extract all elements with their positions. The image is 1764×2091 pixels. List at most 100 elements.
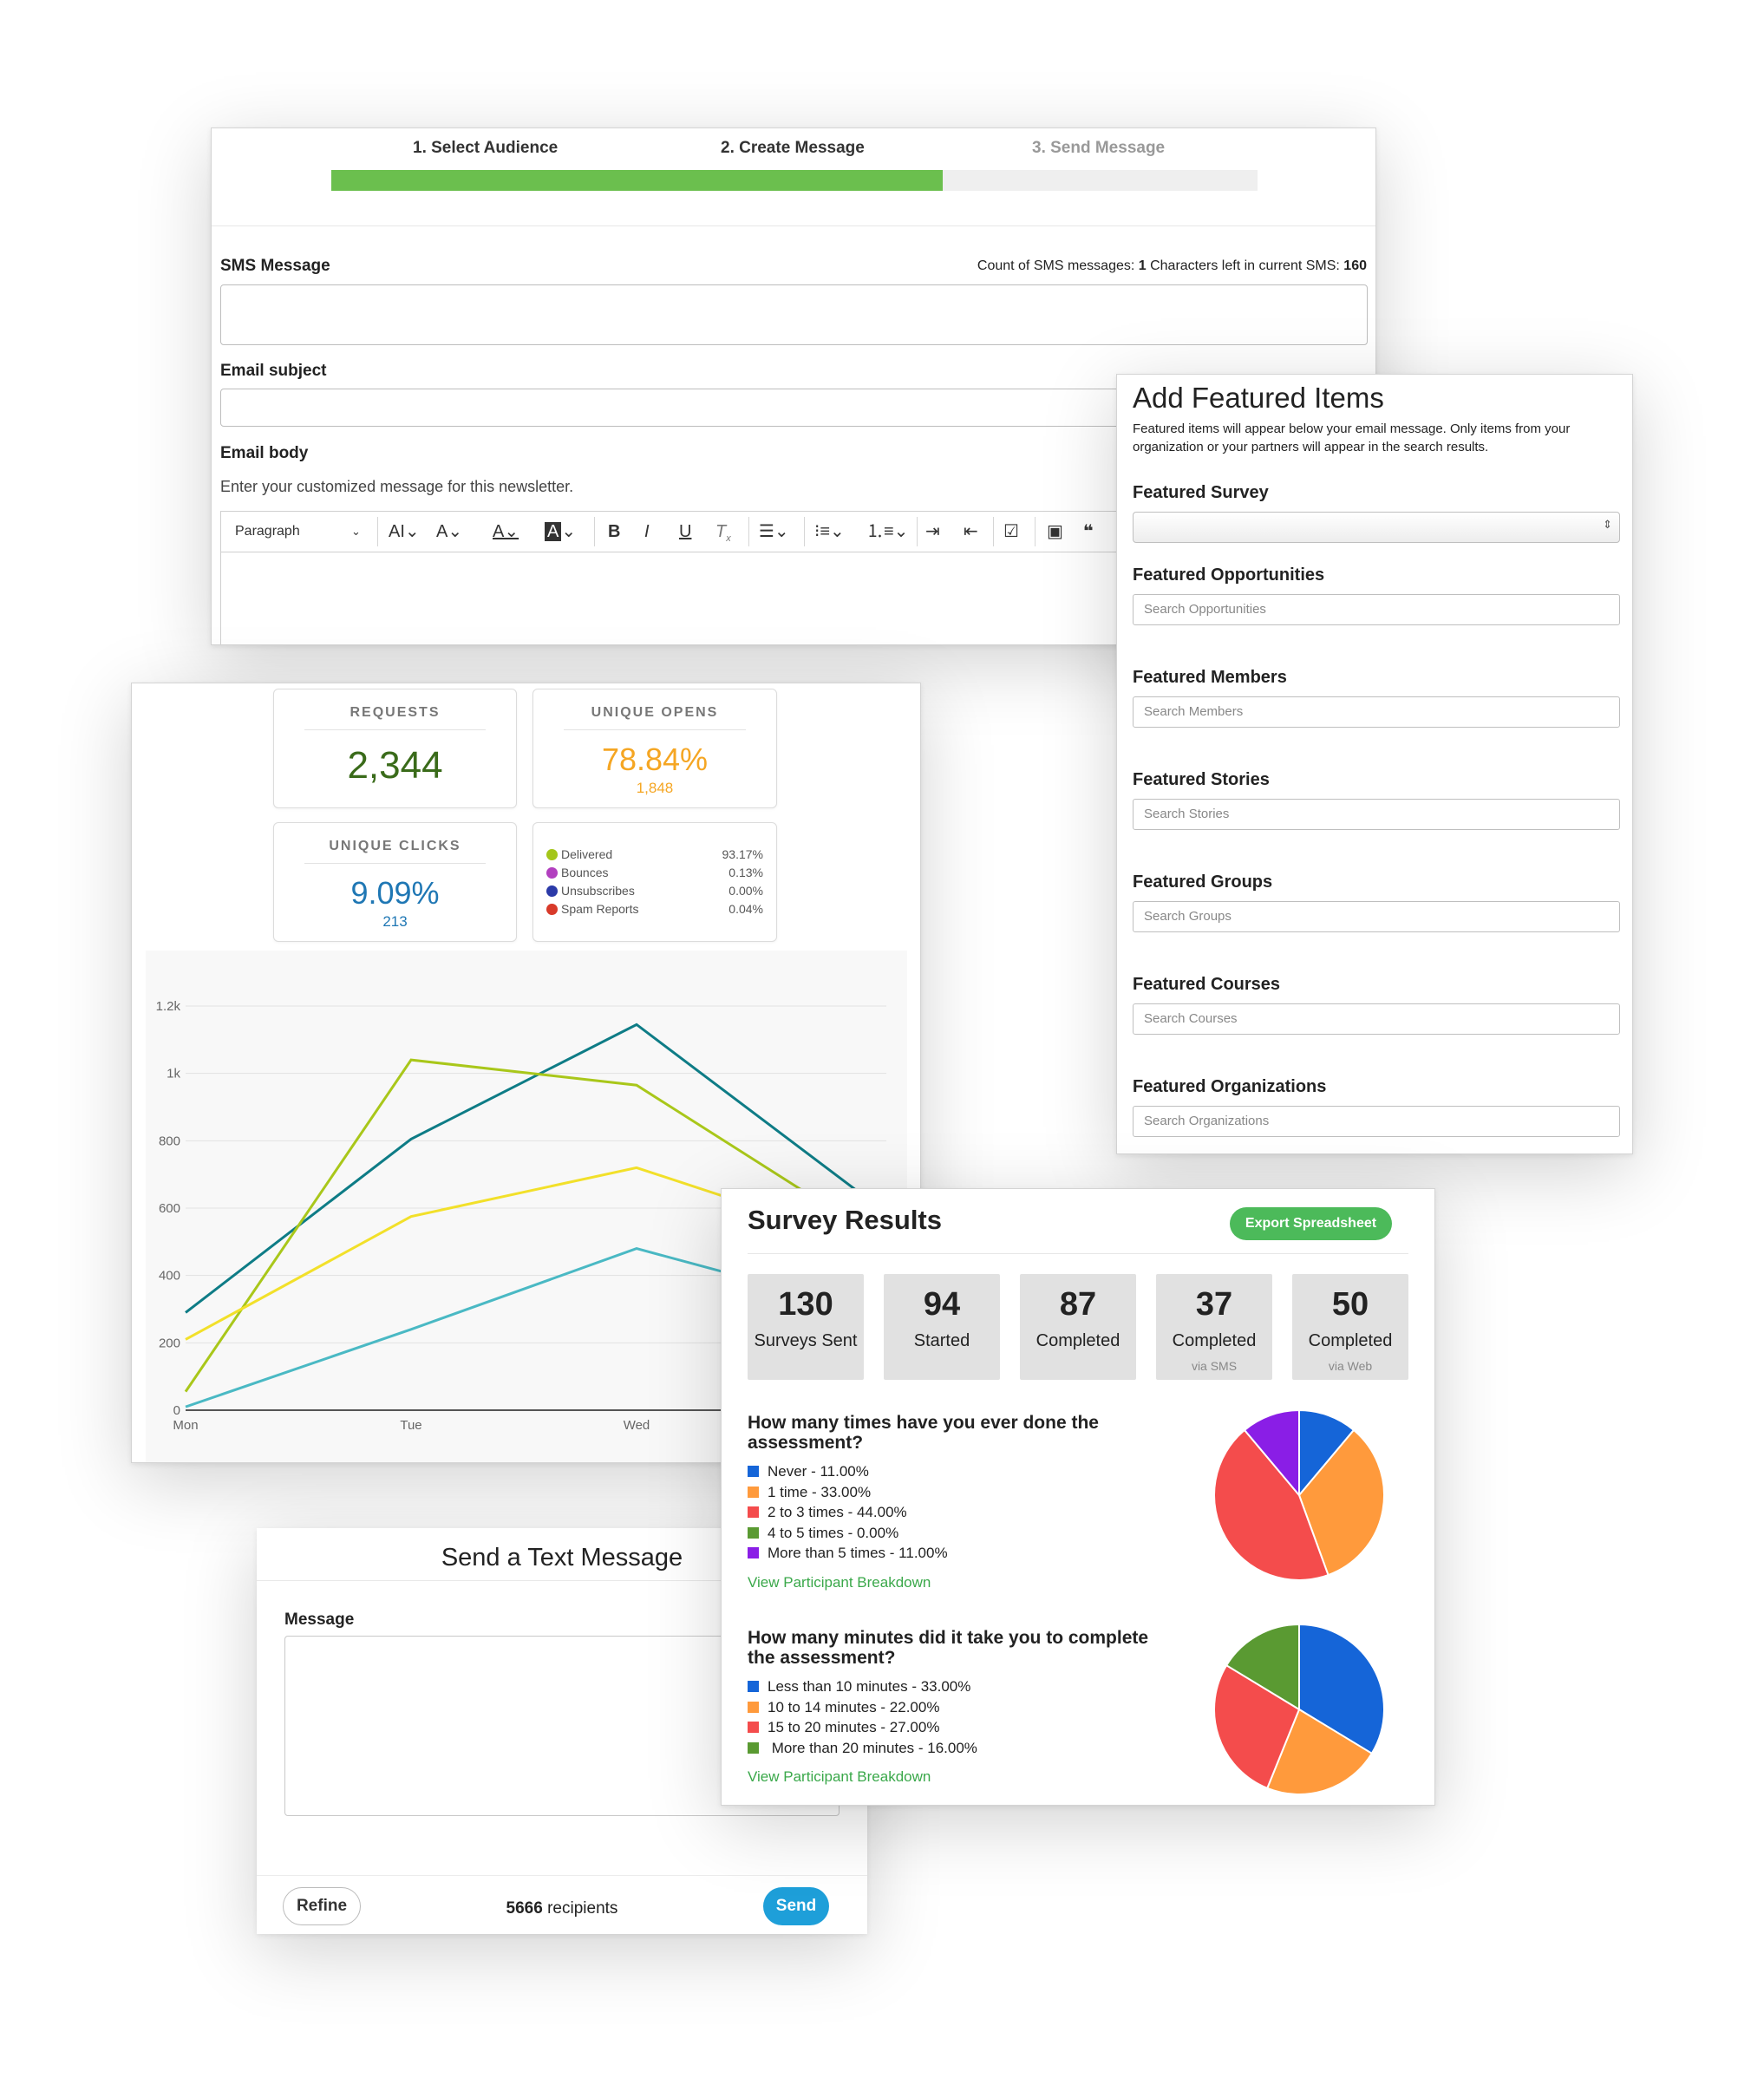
pie-chart (1213, 1408, 1385, 1581)
survey-stat-box: 37 Completed via SMS (1156, 1274, 1272, 1380)
stat-label: Completed (1036, 1331, 1120, 1350)
stat-via: via Web (1328, 1359, 1373, 1373)
clear-format-icon[interactable]: Tx (715, 512, 731, 552)
highlight-color-icon[interactable]: A ⌄ (545, 512, 576, 552)
legend-label: Bounces (561, 866, 609, 879)
y-tick-label: 200 (159, 1336, 180, 1350)
featured-survey-select[interactable]: ⇕ (1133, 512, 1620, 543)
featured-description: Featured items will appear below your em… (1133, 421, 1571, 454)
legend-text: 1 time - 33.00% (768, 1483, 872, 1500)
featured-search-input[interactable]: Search Members (1133, 696, 1620, 728)
recipients-number: 5666 (506, 1899, 543, 1918)
legend-item: More than 5 times - 11.00% (748, 1545, 948, 1564)
message-label: Message (284, 1611, 355, 1629)
legend-dot (546, 849, 558, 860)
toolbar-separator (377, 517, 378, 546)
x-tick-label: Mon (173, 1418, 198, 1433)
survey-title: Survey Results (748, 1205, 942, 1235)
y-tick-label: 400 (159, 1269, 180, 1284)
legend-text: Less than 10 minutes - 33.00% (768, 1678, 971, 1695)
legend-item: 10 to 14 minutes - 22.00% (748, 1699, 939, 1718)
requests-value: 2,344 (347, 744, 443, 787)
image-icon[interactable]: ▣ (1047, 512, 1063, 552)
featured-field-label: Featured Courses (1133, 975, 1281, 994)
featured-search-input[interactable]: Search Stories (1133, 799, 1620, 830)
legend-label: Spam Reports (561, 902, 639, 916)
featured-field-label: Featured Opportunities (1133, 565, 1325, 585)
legend-dot (546, 904, 558, 915)
underline-icon[interactable]: U (679, 512, 691, 552)
legend-value: 93.17% (722, 847, 763, 861)
stat-number: 130 (778, 1286, 833, 1323)
featured-field-label: Featured Organizations (1133, 1077, 1327, 1096)
sms-message-input[interactable] (220, 284, 1368, 345)
wizard-steps: 1. Select Audience 2. Create Message 3. … (212, 128, 1375, 224)
toolbar-separator (748, 517, 749, 546)
legend-swatch (748, 1741, 759, 1754)
view-participant-breakdown-link[interactable]: View Participant Breakdown (748, 1768, 931, 1786)
outdent-icon[interactable]: ⇤ (964, 512, 978, 552)
featured-field-label: Featured Stories (1133, 770, 1270, 789)
legend-item: 2 to 3 times - 44.00% (748, 1504, 907, 1523)
view-participant-breakdown-link[interactable]: View Participant Breakdown (748, 1574, 931, 1591)
step-select-audience[interactable]: 1. Select Audience (413, 139, 558, 158)
featured-items-panel: Add Featured Items Featured items will a… (1116, 374, 1633, 1154)
export-spreadsheet-button[interactable]: Export Spreadsheet (1230, 1207, 1392, 1240)
legend-text: 2 to 3 times - 44.00% (768, 1504, 907, 1520)
checklist-icon[interactable]: ☑ (1003, 512, 1019, 552)
legend-swatch (748, 1681, 759, 1692)
step-create-message[interactable]: 2. Create Message (721, 139, 865, 158)
quote-icon[interactable]: ❝ (1083, 512, 1094, 552)
numbered-list-icon[interactable]: ⒈≡⌄ (866, 512, 908, 552)
legend-value: 0.13% (728, 866, 763, 879)
legend-swatch (748, 1701, 759, 1713)
chevron-down-icon[interactable]: ⌄ (351, 512, 361, 552)
select-arrows-icon: ⇕ (1603, 518, 1612, 531)
legend-item: 4 to 5 times - 0.00% (748, 1525, 898, 1544)
legend-value: 0.00% (728, 884, 763, 898)
delivery-legend-card: Delivered 93.17% Bounces 0.13% Unsubscribe… (532, 822, 777, 942)
legend-label: Delivered (561, 847, 613, 861)
featured-field-label: Featured Groups (1133, 872, 1273, 892)
stat-number: 94 (923, 1286, 961, 1323)
format-select[interactable]: Paragraph (235, 512, 300, 552)
stat-number: 87 (1059, 1286, 1097, 1323)
featured-search-input[interactable]: Search Opportunities (1133, 594, 1620, 625)
legend-item: Never - 11.00% (748, 1463, 869, 1482)
email-body-label: Email body (220, 444, 309, 462)
legend-swatch (748, 1466, 759, 1477)
legend-text: 15 to 20 minutes - 27.00% (768, 1719, 940, 1735)
y-tick-label: 800 (159, 1134, 180, 1148)
legend-text: More than 20 minutes - 16.00% (768, 1739, 977, 1756)
featured-search-input[interactable]: Search Courses (1133, 1003, 1620, 1035)
font-color-icon[interactable]: A⌄ (493, 512, 519, 552)
legend-text: More than 5 times - 11.00% (768, 1545, 948, 1561)
email-body-hint: Enter your customized message for this n… (220, 478, 574, 495)
stat-number: 37 (1195, 1286, 1233, 1323)
align-icon[interactable]: ☰⌄ (759, 512, 789, 552)
italic-icon[interactable]: I (644, 512, 650, 552)
survey-stat-box: 50 Completed via Web (1292, 1274, 1408, 1380)
legend-text: 4 to 5 times - 0.00% (768, 1524, 899, 1541)
bold-icon[interactable]: B (608, 512, 620, 552)
font-family-icon[interactable]: A⌄ (436, 512, 462, 552)
legend-text: 10 to 14 minutes - 22.00% (768, 1698, 940, 1715)
font-size-icon[interactable]: AI⌄ (389, 512, 420, 552)
unique-opens-value: 78.84% (601, 742, 709, 777)
featured-search-input[interactable]: Search Groups (1133, 901, 1620, 932)
toolbar-separator (1035, 517, 1036, 546)
send-button[interactable]: Send (763, 1887, 829, 1925)
indent-icon[interactable]: ⇥ (925, 512, 940, 552)
step-send-message[interactable]: 3. Send Message (1032, 139, 1165, 158)
featured-search-input[interactable]: Search Organizations (1133, 1106, 1620, 1137)
survey-results-panel: Survey Results Export Spreadsheet 130 Sur… (721, 1188, 1435, 1806)
wizard-progress-fill (331, 170, 943, 191)
legend-delivered: Delivered 93.17% (546, 847, 763, 865)
stat-label: Completed (1172, 1331, 1257, 1350)
sms-count-value: 1 (1138, 258, 1147, 273)
sms-count-prefix: Count of SMS messages: (977, 258, 1139, 273)
legend-dot (546, 885, 558, 897)
unique-opens-card: UNIQUE OPENS 78.84% 1,848 (532, 689, 777, 808)
bullet-list-icon[interactable]: ⁝≡⌄ (814, 512, 845, 552)
unique-clicks-count: 213 (382, 913, 408, 930)
